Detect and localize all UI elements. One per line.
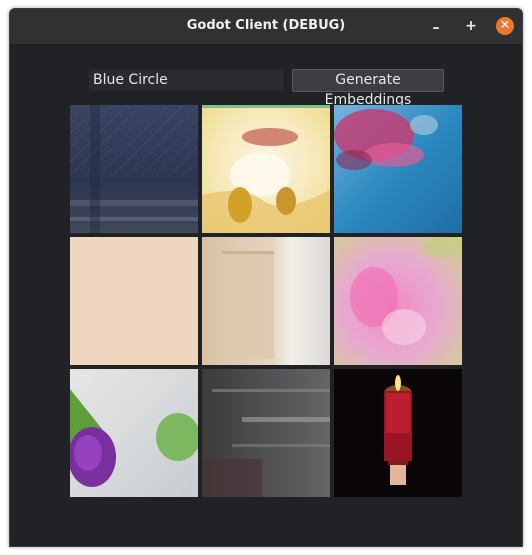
window-title: Godot Client (DEBUG) xyxy=(186,18,346,33)
image-tile[interactable] xyxy=(202,237,330,365)
image-grid xyxy=(70,105,463,498)
image-tile[interactable] xyxy=(334,237,462,365)
image-tile[interactable] xyxy=(70,237,198,365)
maximize-button[interactable]: + xyxy=(462,17,480,35)
image-tile[interactable] xyxy=(70,369,198,497)
image-tile[interactable] xyxy=(334,369,462,497)
app-window: Godot Client (DEBUG) – + ✕ Generate Embe… xyxy=(9,8,523,547)
image-tile[interactable] xyxy=(70,105,198,233)
image-tile[interactable] xyxy=(334,105,462,233)
close-button[interactable]: ✕ xyxy=(496,17,514,35)
minimize-button[interactable]: – xyxy=(427,17,445,36)
main-panel: Generate Embeddings xyxy=(10,45,522,546)
search-input[interactable] xyxy=(88,69,284,91)
image-tile[interactable] xyxy=(202,105,330,233)
title-bar[interactable]: Godot Client (DEBUG) – + ✕ xyxy=(10,9,522,45)
generate-embeddings-button[interactable]: Generate Embeddings xyxy=(292,69,444,108)
image-tile[interactable] xyxy=(202,369,330,497)
